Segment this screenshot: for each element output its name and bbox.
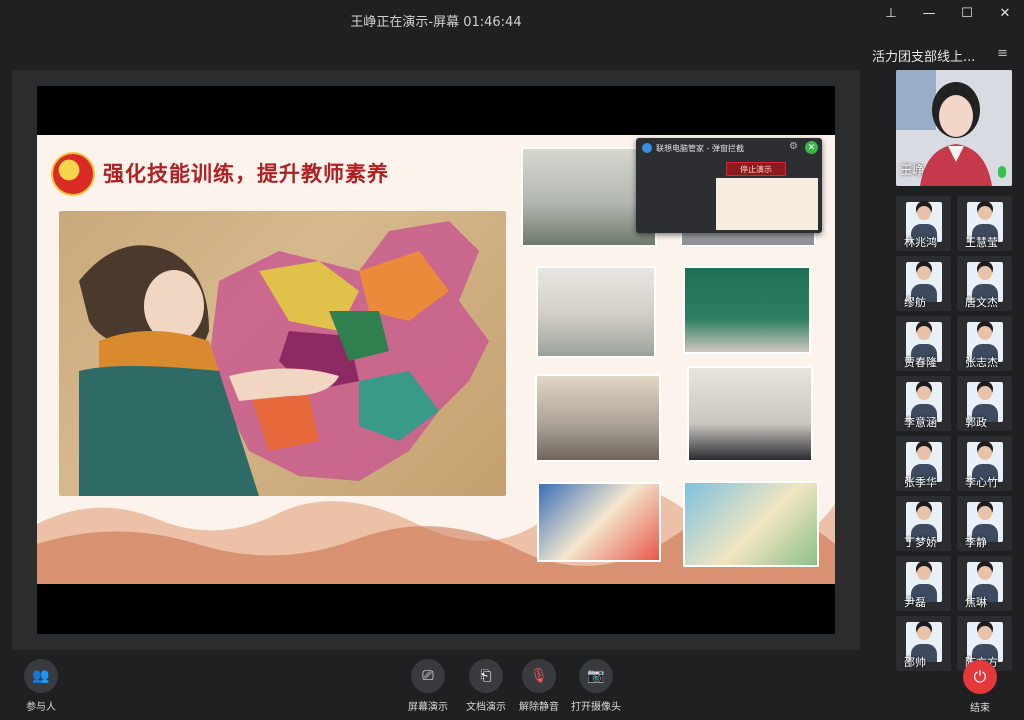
- participant-tile[interactable]: 李心竹: [957, 436, 1012, 491]
- participant-tile[interactable]: 尹磊: [896, 556, 951, 611]
- stop-presenting-button[interactable]: 停止演示: [726, 162, 786, 176]
- participant-name: 缪舫: [904, 296, 926, 309]
- doc-share-label: 文档演示: [466, 702, 506, 713]
- unmute-button[interactable]: 🎙 解除静音: [519, 659, 559, 713]
- photo-students-class: [535, 374, 661, 462]
- participant-name: 尹磊: [904, 596, 926, 609]
- room-title: 活力团支部线上...: [872, 50, 976, 65]
- window-title: 王峥正在演示-屏幕 01:46:44: [0, 0, 872, 40]
- power-icon: ⏻: [963, 660, 997, 694]
- participant-name: 李心竹: [965, 476, 998, 489]
- participant-tile[interactable]: 李静: [957, 496, 1012, 551]
- participant-tile[interactable]: 丁梦娇: [896, 496, 951, 551]
- list-menu-icon[interactable]: ≡: [997, 46, 1008, 61]
- participant-name: 丁梦娇: [904, 536, 937, 549]
- photo-teacher-presenting: [687, 366, 813, 462]
- participant-tile[interactable]: 王慧莹: [957, 196, 1012, 251]
- mural-illustration: [79, 221, 489, 496]
- people-icon: 👥: [24, 659, 58, 693]
- participant-name: 贾春隆: [904, 356, 937, 369]
- mural-image: [59, 211, 506, 496]
- photo-blackboard-art-2: [683, 481, 819, 567]
- meeting-toolbar: 👥 参与人 ⎚ 屏幕演示 ⎗ 文档演示 🎙 解除静音 📷 打开摄像头: [0, 655, 1024, 720]
- slide-title: 强化技能训练，提升教师素养: [103, 161, 389, 186]
- stop-presenting-label: 停止演示: [740, 164, 772, 174]
- participant-tile[interactable]: 李意涵: [896, 376, 951, 431]
- popup-blocker-window: 联想电脑管家 - 弹窗拦截 ⚙ ✕ 停止演示: [636, 138, 822, 233]
- youth-league-emblem-icon: [51, 152, 95, 196]
- participant-name: 郭政: [965, 416, 987, 429]
- unmute-label: 解除静音: [519, 702, 559, 713]
- doc-share-button[interactable]: ⎗ 文档演示: [466, 659, 506, 713]
- participant-name: 唐文杰: [965, 296, 998, 309]
- gear-icon[interactable]: ⚙: [789, 141, 798, 152]
- participant-tile[interactable]: 缪舫: [896, 256, 951, 311]
- close-icon[interactable]: ✕: [995, 3, 1015, 23]
- close-icon[interactable]: ✕: [805, 141, 818, 154]
- participant-tile[interactable]: 张季华: [896, 436, 951, 491]
- host-name: 王峥: [900, 163, 925, 177]
- participants-label: 参与人: [26, 702, 56, 713]
- minimize-icon[interactable]: —: [919, 3, 939, 23]
- camera-off-icon: 📷: [579, 659, 613, 693]
- screen-share-label: 屏幕演示: [408, 702, 448, 713]
- participant-name: 李静: [965, 536, 987, 549]
- photo-teacher-blackboard: [683, 266, 811, 354]
- participant-sidebar: 活力团支部线上... ≡ 王峥 林兆鸿 王慧莹缪舫 唐文杰贾春隆 张志杰李意涵 郭政张季…: [872, 40, 1024, 720]
- participant-name: 李意涵: [904, 416, 937, 429]
- pin-icon[interactable]: ⊥: [881, 3, 901, 23]
- screen-share-icon: ⎚: [411, 659, 445, 693]
- participant-name: 张季华: [904, 476, 937, 489]
- participant-tile[interactable]: 贾春隆: [896, 316, 951, 371]
- popup-title: 联想电脑管家 - 弹窗拦截: [656, 143, 744, 153]
- screen-share-button[interactable]: ⎚ 屏幕演示: [408, 659, 448, 713]
- camera-label: 打开摄像头: [571, 702, 621, 713]
- end-meeting-button[interactable]: ⏻ 结束: [963, 660, 997, 714]
- participant-name: 林兆鸿: [904, 236, 937, 249]
- host-video[interactable]: 王峥: [896, 70, 1012, 186]
- document-share-icon: ⎗: [469, 659, 503, 693]
- participant-tile[interactable]: 焦琳: [957, 556, 1012, 611]
- participant-tile[interactable]: 林兆鸿: [896, 196, 951, 251]
- photo-classroom-clock: [536, 266, 656, 358]
- participant-name: 张志杰: [965, 356, 998, 369]
- camera-button[interactable]: 📷 打开摄像头: [571, 659, 621, 713]
- participant-name: 焦琳: [965, 596, 987, 609]
- app-logo-icon: [642, 143, 652, 153]
- mic-muted-icon: 🎙: [522, 659, 556, 693]
- participant-tile[interactable]: 张志杰: [957, 316, 1012, 371]
- photo-blackboard-art-1: [537, 482, 661, 562]
- participants-button[interactable]: 👥 参与人: [24, 659, 58, 713]
- mic-active-icon: [998, 166, 1006, 178]
- participant-name: 王慧莹: [965, 236, 998, 249]
- popup-thumbnail: [716, 178, 818, 230]
- participant-tile[interactable]: 唐文杰: [957, 256, 1012, 311]
- window-title-text: 王峥正在演示-屏幕 01:46:44: [350, 14, 522, 30]
- window-controls: ⊥ — ☐ ✕: [872, 0, 1024, 26]
- maximize-icon[interactable]: ☐: [957, 3, 977, 23]
- participant-tile[interactable]: 郭政: [957, 376, 1012, 431]
- end-label: 结束: [970, 703, 990, 714]
